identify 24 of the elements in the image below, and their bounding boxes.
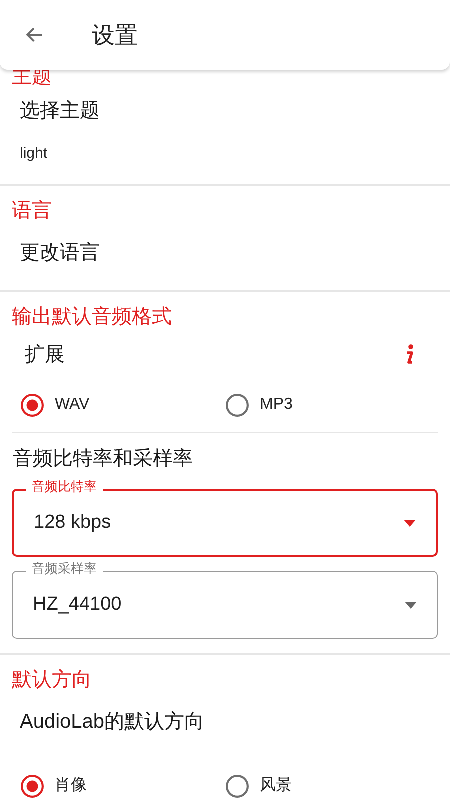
radio-option[interactable]: MP3: [225, 392, 430, 418]
field-label: 音频比特率: [26, 479, 103, 495]
caret-icon: [404, 520, 416, 526]
setting-title[interactable]: 更改语言: [0, 230, 450, 276]
setting-title: 扩展: [25, 343, 65, 368]
radio-button[interactable]: [225, 774, 250, 798]
setting-summary: light: [19, 144, 49, 164]
field-value: HZ_44100: [33, 592, 122, 617]
subheading: 音频比特率和采样率: [12, 447, 194, 472]
radio-option[interactable]: 肖像: [20, 774, 225, 798]
setting-title[interactable]: 选择主题: [0, 88, 450, 134]
field-label: 音频采样率: [26, 561, 103, 577]
toolbar-title: 设置: [92, 20, 138, 50]
radio-option[interactable]: WAV: [20, 392, 225, 418]
caret-icon: [405, 602, 417, 608]
section-header: 语言: [11, 199, 53, 224]
field-value: 128 kbps: [34, 510, 112, 535]
radio-button[interactable]: [20, 392, 45, 418]
section-header: 输出默认音频格式: [11, 305, 173, 330]
section-header: 默认方向: [11, 668, 93, 693]
radio-button[interactable]: [20, 774, 45, 798]
radio-option[interactable]: 风景: [225, 774, 430, 798]
setting-title[interactable]: AudioLab的默认方向: [0, 699, 450, 745]
radio-button[interactable]: [225, 392, 250, 418]
